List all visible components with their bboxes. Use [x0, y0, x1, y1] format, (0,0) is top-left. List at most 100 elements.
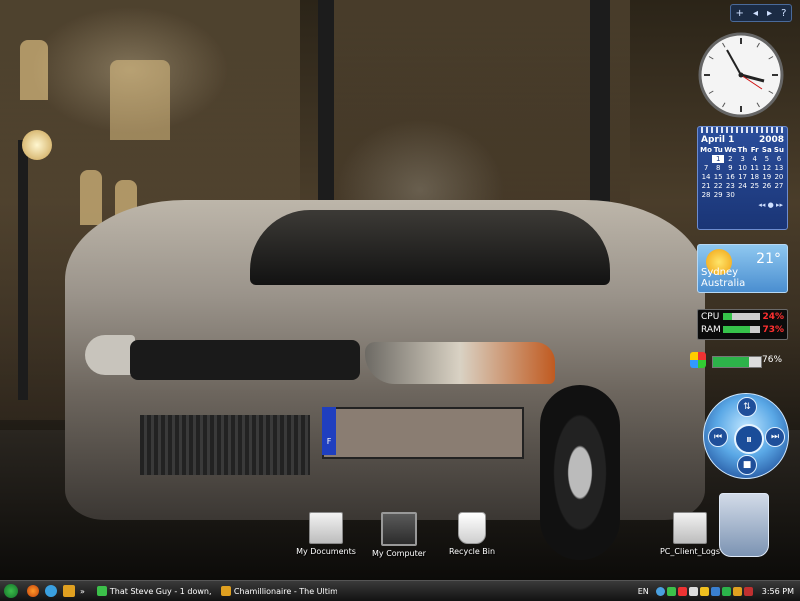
desktop-icon-my-documents[interactable]: My Documents	[288, 512, 364, 556]
gadget-help-button[interactable]: ?	[781, 8, 786, 19]
language-indicator[interactable]: EN	[638, 587, 649, 596]
cpu-bar-fill	[723, 313, 732, 320]
calendar-day[interactable]: 17	[736, 173, 748, 181]
calendar-gadget[interactable]: April 1 2008 Mo Tu We Th Fr Sa Su 1 2 3 …	[697, 126, 788, 230]
calendar-day[interactable]: 24	[736, 182, 748, 190]
calendar-day[interactable]: 29	[712, 191, 724, 199]
media-next-button[interactable]: ⏭	[765, 427, 785, 447]
ram-label: RAM	[701, 324, 721, 335]
media-player-gadget: ⇅ ⏮ ⏸ ⏭ ■	[703, 393, 789, 479]
calendar-day[interactable]: 6	[773, 155, 785, 163]
calendar-day[interactable]: 2	[724, 155, 736, 163]
speaker-icon[interactable]	[688, 586, 698, 596]
messenger-icon[interactable]	[45, 585, 57, 597]
car-wheel	[540, 385, 620, 560]
clock-gadget[interactable]	[698, 32, 784, 118]
calendar-day[interactable]: 15	[712, 173, 724, 181]
taskbar-button-chamillionaire[interactable]: Chamillionaire - The Ultim...	[217, 583, 337, 599]
folder-icon	[309, 512, 343, 544]
calendar-day[interactable]: 7	[700, 164, 712, 172]
winamp-tray-icon[interactable]	[732, 586, 742, 596]
start-button[interactable]	[4, 584, 18, 598]
battery-bar	[712, 356, 762, 368]
windows-logo-icon	[690, 352, 706, 368]
battery-value: 76%	[762, 355, 783, 365]
add-gadget-button[interactable]: +	[736, 8, 744, 19]
desktop-background: F + ◂ ▸ ? April 1 2008 Mo Tu We Th Fr Sa…	[0, 0, 800, 580]
gadget-prev-button[interactable]: ◂	[753, 8, 758, 19]
street-lamp-head	[22, 130, 52, 160]
calendar-month: April 1	[701, 135, 735, 145]
car-headlight-right	[365, 342, 555, 384]
tray-app-icon[interactable]	[743, 586, 753, 596]
car-intake	[140, 415, 310, 475]
calendar-day[interactable]: 25	[749, 182, 761, 190]
building-window	[20, 40, 48, 100]
calendar-day[interactable]: 22	[712, 182, 724, 190]
calendar-day[interactable]: 11	[749, 164, 761, 172]
calendar-day[interactable]: 13	[773, 164, 785, 172]
building-right	[330, 0, 630, 230]
calendar-day[interactable]: 18	[749, 173, 761, 181]
calendar-day[interactable]: 27	[773, 182, 785, 190]
clock-time[interactable]: 3:56 PM	[762, 587, 794, 596]
calendar-day-name: Sa	[761, 146, 772, 154]
calendar-day-today[interactable]: 1	[712, 155, 725, 163]
calendar-day[interactable]: 5	[761, 155, 773, 163]
calendar-day-name: We	[724, 146, 737, 154]
car-headlight-left	[85, 335, 135, 375]
gadget-next-button[interactable]: ▸	[767, 8, 772, 19]
winamp-icon[interactable]	[63, 585, 75, 597]
calendar-day[interactable]: 14	[700, 173, 712, 181]
media-previous-button[interactable]: ⏮	[708, 427, 728, 447]
media-play-pause-button[interactable]: ⏸	[734, 424, 764, 454]
taskbar-button-steve-guy[interactable]: That Steve Guy - 1 down,...	[93, 583, 211, 599]
winamp-icon	[220, 586, 231, 596]
taskbar-button-label: That Steve Guy - 1 down,...	[109, 586, 211, 596]
street-lamp-post	[18, 140, 28, 400]
desktop-icon-label: My Documents	[296, 547, 356, 556]
cpu-label: CPU	[701, 311, 720, 322]
folder-icon	[673, 512, 707, 544]
calendar-day[interactable]: 3	[736, 155, 748, 163]
calendar-day[interactable]: 12	[761, 164, 773, 172]
calendar-day[interactable]: 19	[761, 173, 773, 181]
calendar-year: 2008	[758, 135, 784, 145]
messenger-tray-icon[interactable]	[666, 586, 676, 596]
calendar-day[interactable]: 30	[724, 191, 736, 199]
calendar-day[interactable]	[700, 155, 712, 163]
desktop-icon-label: PC_Client_Logs	[659, 547, 721, 556]
media-shuffle-button[interactable]: ⇅	[737, 397, 757, 417]
cpu-meter-gadget[interactable]: CPU 24% RAM 73%	[697, 309, 788, 340]
battery-gadget[interactable]: 76%	[690, 351, 786, 373]
tray-app-icon[interactable]	[721, 586, 731, 596]
security-icon[interactable]	[677, 586, 687, 596]
calendar-day[interactable]: 8	[712, 164, 724, 172]
antivirus-icon[interactable]	[699, 586, 709, 596]
calendar-day[interactable]: 28	[700, 191, 712, 199]
computer-icon	[381, 512, 417, 546]
firefox-icon[interactable]	[27, 585, 39, 597]
gadget-toolbar: + ◂ ▸ ?	[730, 4, 792, 22]
update-icon[interactable]	[710, 586, 720, 596]
calendar-day[interactable]: 9	[724, 164, 736, 172]
calendar-grid: Mo Tu We Th Fr Sa Su 1 2 3 4 5 6 7 8 9 1…	[698, 146, 787, 199]
calendar-day[interactable]: 10	[736, 164, 748, 172]
calendar-day[interactable]: 16	[724, 173, 736, 181]
desktop-icon-recycle-bin[interactable]: Recycle Bin	[434, 512, 510, 556]
calendar-day[interactable]: 4	[749, 155, 761, 163]
calendar-day-name: Tu	[713, 146, 723, 154]
calendar-nav[interactable]: ◂◂ ● ▸▸	[698, 199, 787, 211]
network-icon[interactable]	[655, 586, 665, 596]
calendar-day[interactable]: 26	[761, 182, 773, 190]
desktop-icon-pc-client-logs[interactable]: PC_Client_Logs	[652, 512, 728, 556]
quick-launch-chevron[interactable]: »	[80, 587, 85, 596]
recycle-bin-gadget-icon[interactable]	[719, 493, 769, 557]
weather-gadget[interactable]: 21° Sydney Australia	[697, 244, 788, 293]
calendar-day[interactable]: 23	[724, 182, 736, 190]
recycle-bin-icon	[458, 512, 486, 544]
desktop-icon-my-computer[interactable]: My Computer	[361, 512, 437, 558]
calendar-day[interactable]: 21	[700, 182, 712, 190]
media-stop-button[interactable]: ■	[737, 455, 757, 475]
calendar-day[interactable]: 20	[773, 173, 785, 181]
